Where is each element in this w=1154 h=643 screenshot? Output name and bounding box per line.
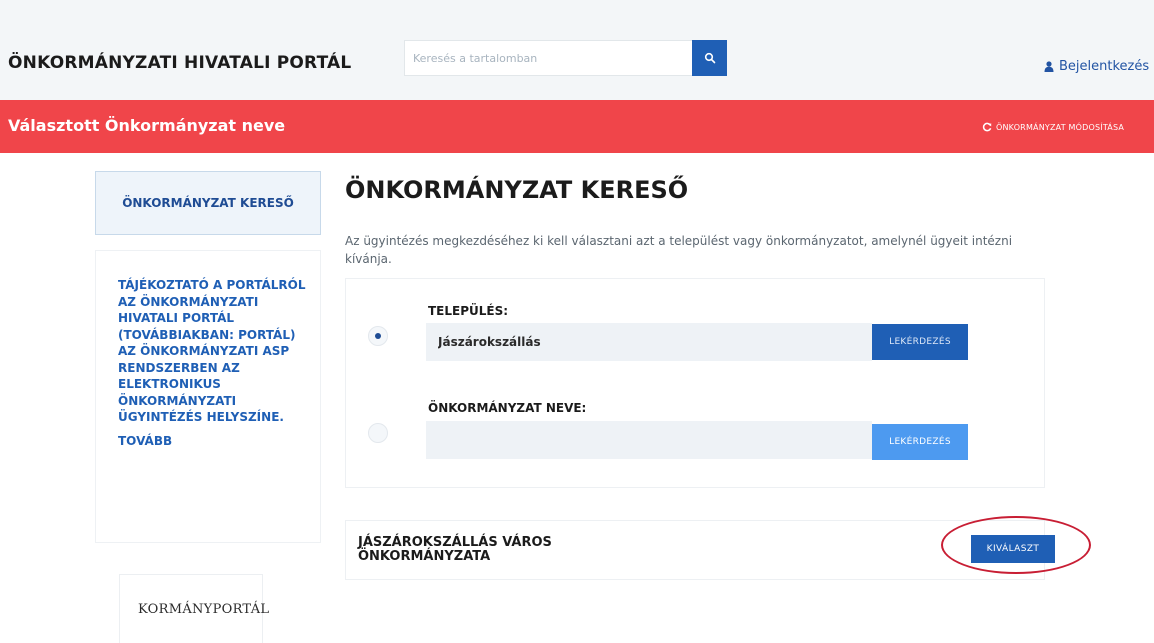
government-portal-logo[interactable]: KORMÁNYPORTÁL	[119, 574, 269, 643]
radio-selected-dot	[375, 333, 381, 339]
sidebar-item-municipality-search[interactable]: ÖNKORMÁNYZAT KERESŐ	[95, 171, 321, 235]
search-bar	[404, 40, 727, 78]
municipality-name-query-button[interactable]: LEKÉRDEZÉS	[872, 424, 968, 460]
portal-info-text: TÁJÉKOZTATÓ A PORTÁLRÓL AZ ÖNKORMÁNYZATI…	[118, 278, 306, 424]
municipality-banner: Választott Önkormányzat neve ÖNKORMÁNYZA…	[0, 100, 1154, 153]
search-icon	[704, 52, 715, 64]
change-municipality-link[interactable]: ÖNKORMÁNYZAT MÓDOSÍTÁSA	[982, 122, 1124, 132]
search-result-row: JÁSZÁROKSZÁLLÁS VÁROS ÖNKORMÁNYZATA KIVÁ…	[345, 520, 1055, 580]
selected-municipality-title: Választott Önkormányzat neve	[8, 116, 286, 135]
settlement-radio[interactable]	[368, 326, 388, 346]
login-link[interactable]: Bejelentkezés	[1044, 59, 1149, 74]
search-input[interactable]	[404, 40, 692, 76]
result-municipality-name: JÁSZÁROKSZÁLLÁS VÁROS ÖNKORMÁNYZATA	[358, 535, 552, 564]
municipality-name-input[interactable]	[426, 421, 872, 459]
more-link[interactable]: TOVÁBB	[118, 434, 306, 448]
portal-title[interactable]: ÖNKORMÁNYZATI HIVATALI PORTÁL	[8, 53, 351, 73]
user-icon	[1044, 61, 1054, 72]
search-button[interactable]	[692, 40, 727, 76]
change-municipality-label: ÖNKORMÁNYZAT MÓDOSÍTÁSA	[996, 122, 1125, 132]
intro-text: Az ügyintézés megkezdéséhez ki kell vála…	[345, 234, 1013, 266]
settlement-label: TELEPÜLÉS:	[428, 304, 509, 318]
portal-info-box: TÁJÉKOZTATÓ A PORTÁLRÓL AZ ÖNKORMÁNYZATI…	[95, 250, 321, 543]
municipality-search-form: TELEPÜLÉS: LEKÉRDEZÉS ÖNKORMÁNYZAT NEVE:…	[345, 278, 1045, 488]
page-title: ÖNKORMÁNYZAT KERESŐ	[345, 176, 689, 204]
select-button-highlight-circle	[941, 516, 1091, 574]
municipality-name-radio[interactable]	[368, 423, 388, 443]
municipality-name-label: ÖNKORMÁNYZAT NEVE:	[428, 401, 587, 415]
government-portal-logo-text: KORMÁNYPORTÁL	[138, 601, 270, 617]
settlement-input[interactable]	[426, 323, 872, 361]
sidebar-item-label: ÖNKORMÁNYZAT KERESŐ	[122, 196, 294, 210]
refresh-icon	[982, 122, 992, 132]
settlement-query-button[interactable]: LEKÉRDEZÉS	[872, 324, 968, 360]
top-header: ÖNKORMÁNYZATI HIVATALI PORTÁL Bejelentke…	[0, 0, 1154, 100]
login-label: Bejelentkezés	[1059, 59, 1150, 74]
